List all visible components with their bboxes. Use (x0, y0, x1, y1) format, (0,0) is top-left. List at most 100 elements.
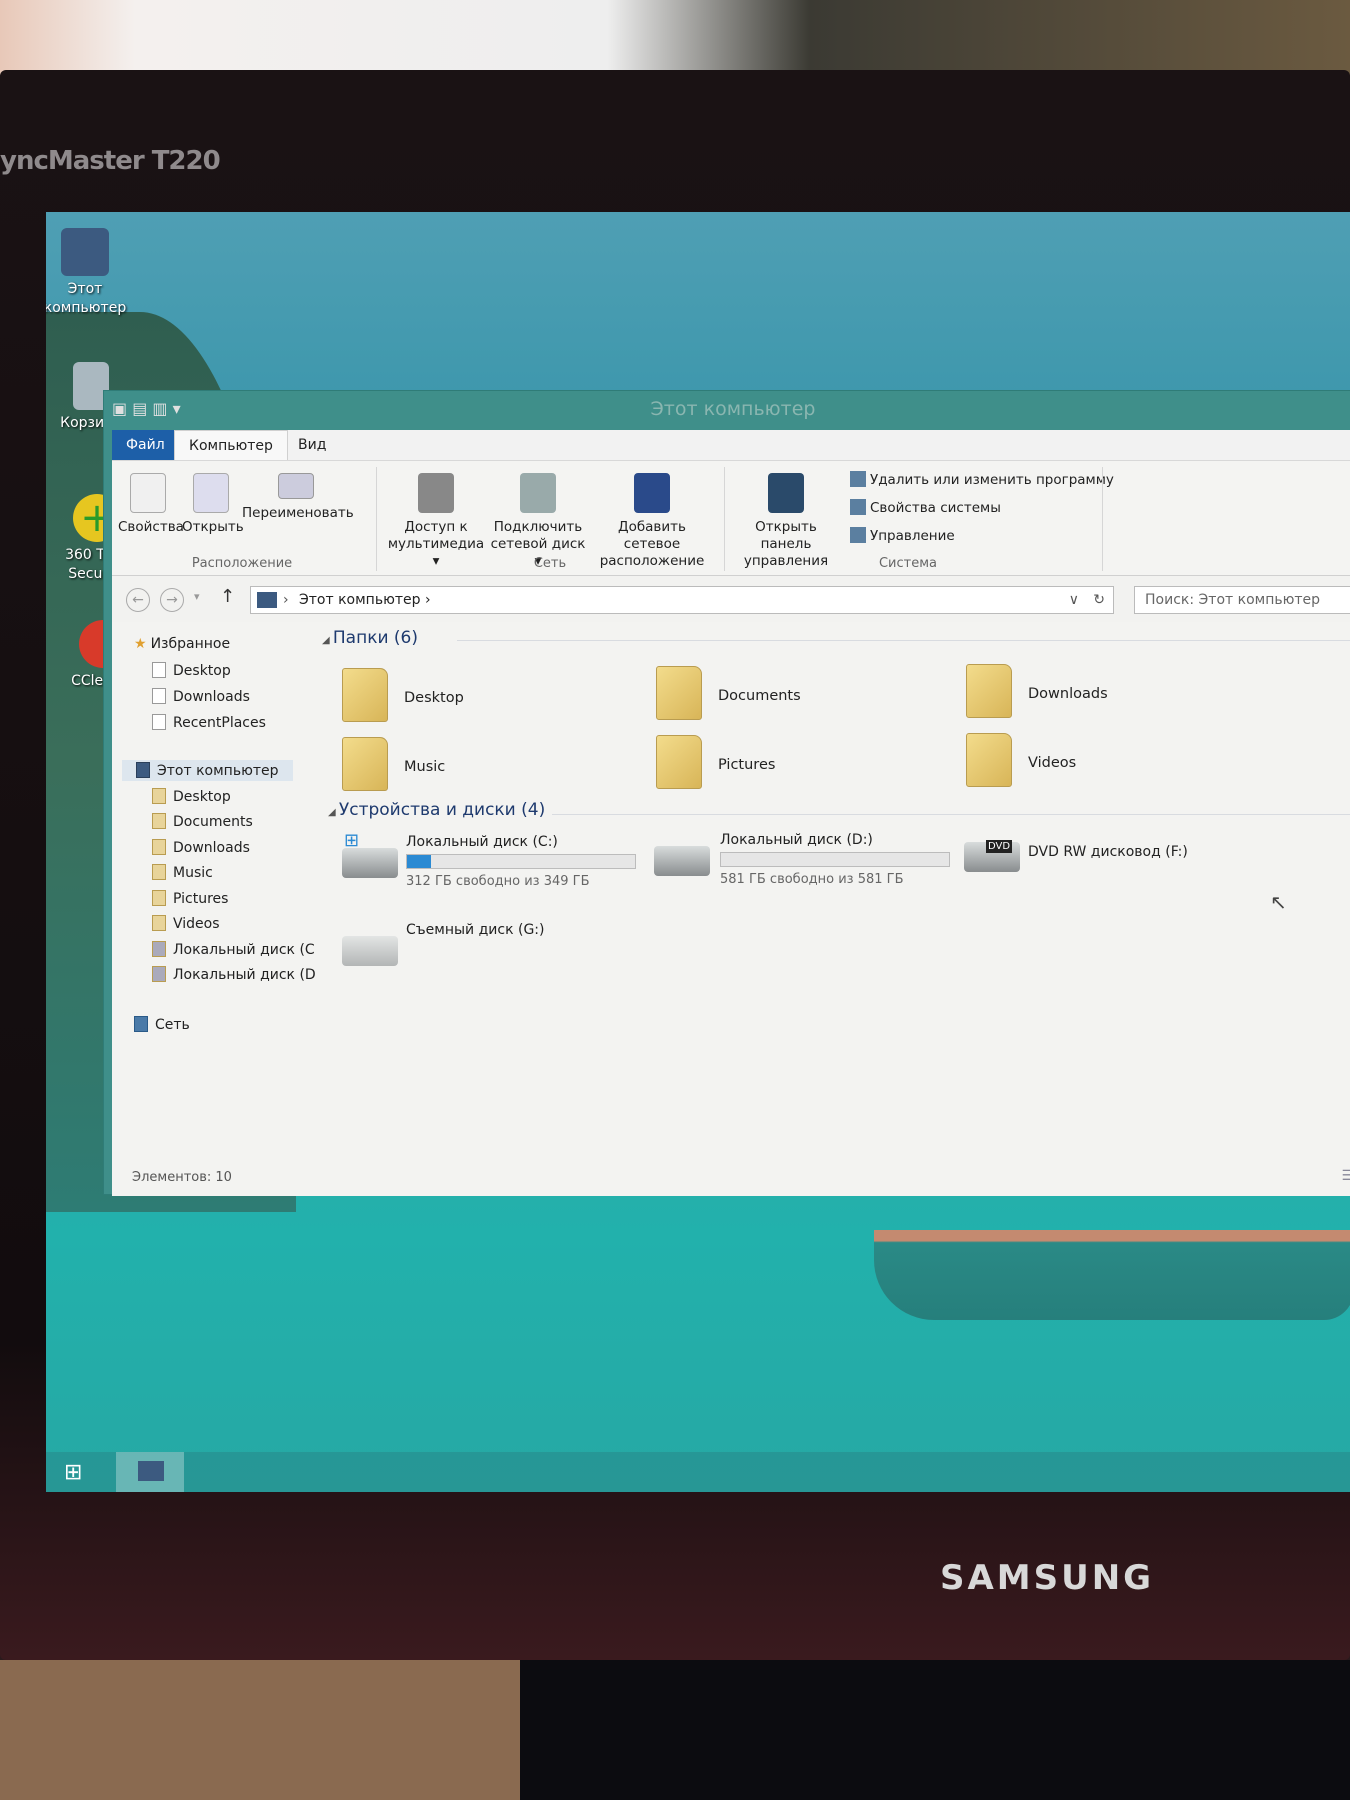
star-icon: ★ (134, 636, 147, 652)
nav-pc-videos[interactable]: Videos (152, 915, 220, 932)
nav-label: Локальный диск (D (173, 967, 316, 983)
monitor-model: yncMaster T220 (0, 146, 221, 176)
page-icon (152, 662, 166, 678)
nav-pc-disk-d[interactable]: Локальный диск (D (152, 966, 316, 983)
group-label-location: Расположение (191, 556, 293, 571)
divider (1102, 467, 1103, 571)
system-drive-icon: ⊞ (342, 830, 398, 878)
navigation-pane: ★ Избранное Desktop Downloads RecentPlace… (112, 622, 324, 1162)
up-button[interactable]: ↑ (220, 586, 235, 607)
computer-icon (138, 1461, 164, 1481)
tab-view[interactable]: Вид (284, 430, 340, 460)
taskbar: ⊞ (46, 1452, 1350, 1492)
devices-section-header[interactable]: ◢ Устройства и диски (4) (328, 800, 545, 820)
button-label: Переименовать (242, 505, 354, 521)
nav-label: Downloads (173, 840, 250, 856)
folder-label: Pictures (718, 757, 776, 773)
properties-button[interactable]: Свойства (118, 473, 184, 536)
folder-icon (152, 788, 166, 804)
system-properties-button[interactable]: Свойства системы (850, 499, 1001, 516)
folder-icon (966, 733, 1012, 787)
section-title: Устройства и диски (4) (338, 800, 546, 820)
uninstall-program-button[interactable]: Удалить или изменить программу (850, 471, 1114, 488)
control-panel-icon (768, 473, 804, 513)
nav-label: Pictures (173, 891, 229, 907)
manage-button[interactable]: Управление (850, 527, 955, 544)
nav-pc-music[interactable]: Music (152, 864, 213, 881)
nav-label: Избранное (150, 636, 231, 652)
folder-icon (342, 668, 388, 722)
section-title: Папки (6) (332, 628, 418, 648)
drive-name: Съемный диск (G:) (406, 922, 545, 938)
address-input[interactable]: › Этот компьютер › ∨ ↻ (250, 586, 1114, 614)
divider (376, 467, 377, 571)
nav-fav-desktop[interactable]: Desktop (152, 662, 231, 679)
page-icon (152, 688, 166, 704)
drive-c-usage-bar (406, 854, 636, 869)
network-icon (134, 1016, 148, 1032)
button-label: Свойства (118, 519, 184, 535)
open-button[interactable]: Открыть (182, 473, 244, 536)
start-button[interactable]: ⊞ (64, 1460, 92, 1485)
mouse-cursor-icon: ↖ (1270, 890, 1287, 914)
folder-label: Documents (718, 688, 801, 704)
nav-pc-pictures[interactable]: Pictures (152, 890, 228, 907)
button-label: Управление (870, 528, 955, 544)
nav-pc-documents[interactable]: Documents (152, 813, 253, 830)
folder-icon (152, 839, 166, 855)
collapse-icon: ◢ (322, 635, 333, 646)
nav-label: Desktop (173, 663, 231, 679)
explorer-body: ★ Избранное Desktop Downloads RecentPlace… (112, 622, 1350, 1196)
group-label-network: Сеть (533, 556, 567, 571)
refresh-icon[interactable]: ↻ (1093, 587, 1105, 613)
back-button[interactable]: ← (126, 588, 150, 612)
removable-drive-icon (342, 936, 398, 966)
rename-button[interactable]: Переименовать (242, 473, 354, 522)
nav-this-pc[interactable]: Этот компьютер (122, 760, 293, 781)
nav-favorites[interactable]: ★ Избранное (134, 636, 230, 652)
desktop-icon-computer[interactable]: Этот компьютер (46, 228, 130, 318)
drive-name: Локальный диск (C:) (406, 834, 558, 850)
computer-icon (136, 762, 150, 778)
drive-name: DVD RW дисковод (F:) (1028, 844, 1188, 860)
rename-icon (278, 473, 314, 499)
desktop-icon-label: Этот компьютер (46, 281, 127, 316)
drive-free-space: 581 ГБ свободно из 581 ГБ (720, 872, 904, 887)
forward-button[interactable]: → (160, 588, 184, 612)
address-bar-row: ← → ▾ ↑ › Этот компьютер › ∨ ↻ Поиск: Этот … (112, 576, 1350, 622)
drive-d-usage-bar (720, 852, 950, 867)
chevron-right-icon: › (283, 592, 289, 608)
ribbon: Свойства Открыть Переименовать Расположе… (112, 460, 1350, 576)
search-input[interactable]: Поиск: Этот компьютер (1134, 586, 1350, 614)
nav-network[interactable]: Сеть (134, 1016, 190, 1033)
drive-icon (654, 846, 710, 876)
tab-computer[interactable]: Компьютер (174, 430, 288, 460)
collapse-icon: ◢ (328, 807, 339, 818)
button-label: Подключить сетевой диск (490, 519, 586, 552)
nav-pc-desktop[interactable]: Desktop (152, 788, 231, 805)
nav-label: Сеть (155, 1017, 190, 1033)
recent-locations-dropdown[interactable]: ▾ (194, 590, 200, 603)
folders-section-header[interactable]: ◢ Папки (6) (322, 628, 418, 648)
dvd-drive-icon: DVD (964, 840, 1020, 872)
nav-fav-downloads[interactable]: Downloads (152, 688, 250, 705)
nav-fav-recentplaces[interactable]: RecentPlaces (152, 714, 266, 731)
folder-label: Music (404, 759, 446, 775)
properties-icon (130, 473, 166, 513)
chevron-down-icon[interactable]: ∨ (1069, 587, 1079, 613)
taskbar-explorer-button[interactable] (116, 1452, 184, 1492)
drive-icon (152, 966, 166, 982)
nav-pc-downloads[interactable]: Downloads (152, 839, 250, 856)
folder-icon (656, 666, 702, 720)
drive-icon (152, 941, 166, 957)
nav-label: RecentPlaces (173, 715, 266, 731)
tab-file[interactable]: Файл (112, 430, 179, 460)
nav-pc-disk-c[interactable]: Локальный диск (C (152, 941, 315, 958)
dvd-badge: DVD (986, 840, 1013, 853)
section-divider (552, 814, 1350, 815)
details-view-icon[interactable]: ☰ (1341, 1168, 1350, 1184)
computer-icon (257, 592, 277, 608)
folder-label: Downloads (1028, 686, 1108, 702)
folder-label: Desktop (404, 690, 464, 706)
desktop: Этот компьютер Корзина +360 Total Securi… (46, 212, 1350, 1492)
